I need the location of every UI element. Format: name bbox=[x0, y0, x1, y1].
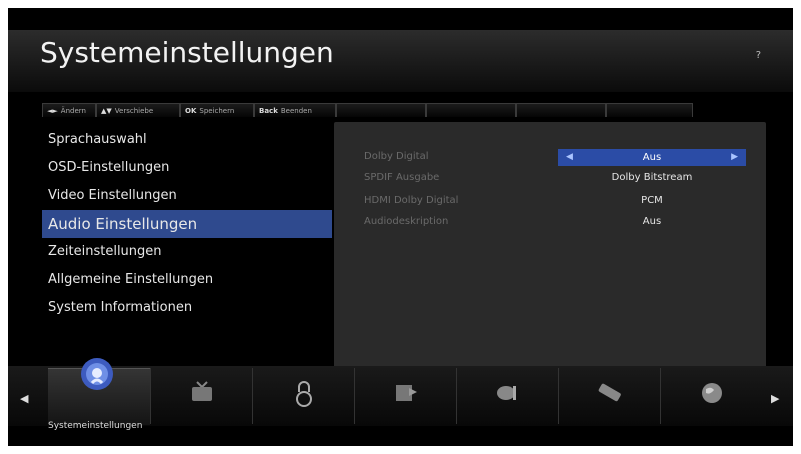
media-icon bbox=[396, 385, 417, 401]
setting-label: HDMI Dolby Digital bbox=[364, 195, 459, 206]
dish-icon bbox=[497, 386, 516, 400]
gear-icon bbox=[81, 358, 113, 390]
setting-value-selector[interactable]: ◀ Aus ▶ bbox=[558, 149, 746, 166]
category-tab-bar bbox=[8, 358, 793, 426]
setting-label: SPDIF Ausgabe bbox=[364, 172, 440, 183]
key-hint-move: ▲▼ Verschiebe bbox=[96, 103, 180, 117]
remote-icon bbox=[598, 383, 621, 402]
tab-satellite[interactable] bbox=[456, 368, 559, 424]
tab-media[interactable] bbox=[354, 368, 457, 424]
header: Systemeinstellungen ? bbox=[8, 30, 793, 92]
menu-item-audio[interactable]: Audio Einstellungen bbox=[42, 210, 332, 238]
page-title: Systemeinstellungen bbox=[40, 36, 334, 69]
menu-item-system-info[interactable]: System Informationen bbox=[42, 294, 332, 322]
menu-item-general[interactable]: Allgemeine Einstellungen bbox=[42, 266, 332, 294]
arrow-left-icon[interactable]: ◀ bbox=[20, 392, 28, 405]
menu-item-video[interactable]: Video Einstellungen bbox=[42, 182, 332, 210]
menu-item-time[interactable]: Zeiteinstellungen bbox=[42, 238, 332, 266]
tab-system-settings[interactable] bbox=[48, 358, 150, 425]
tab-tv[interactable] bbox=[150, 368, 253, 424]
setting-row-spdif[interactable]: SPDIF Ausgabe Dolby Bitstream bbox=[334, 170, 766, 188]
lock-icon bbox=[296, 381, 312, 407]
key-hint-exit: Back Beenden bbox=[254, 103, 336, 117]
setting-value: PCM bbox=[641, 195, 663, 206]
menu-item-language[interactable]: Sprachauswahl bbox=[42, 126, 332, 154]
tv-icon bbox=[192, 381, 212, 401]
setting-label: Dolby Digital bbox=[364, 151, 429, 162]
setting-row-dolby-digital[interactable]: Dolby Digital ◀ Aus ▶ bbox=[334, 149, 766, 167]
setting-label: Audiodeskription bbox=[364, 216, 449, 227]
key-hint-change: ◄► Ändern bbox=[42, 103, 96, 117]
key-hint-empty bbox=[336, 103, 426, 117]
key-hint-empty bbox=[606, 103, 693, 117]
chevron-right-icon[interactable]: ▶ bbox=[731, 149, 738, 166]
arrow-right-icon[interactable]: ▶ bbox=[771, 392, 779, 405]
setting-value: Aus bbox=[642, 152, 662, 163]
key-hint-bar: ◄► Ändern ▲▼ Verschiebe OK Speichern Back Be… bbox=[42, 103, 693, 117]
setting-value: Dolby Bitstream bbox=[611, 172, 693, 183]
menu-item-osd[interactable]: OSD-Einstellungen bbox=[42, 154, 332, 182]
setting-row-audio-description[interactable]: Audiodeskription Aus bbox=[334, 214, 766, 232]
chevron-left-icon[interactable]: ◀ bbox=[566, 149, 573, 166]
setting-value: Aus bbox=[642, 216, 662, 227]
help-button[interactable]: ? bbox=[756, 50, 761, 61]
selected-tab-label: Systemeinstellungen bbox=[48, 421, 143, 431]
tab-remote[interactable] bbox=[558, 368, 661, 424]
setting-row-hdmi-dolby[interactable]: HDMI Dolby Digital PCM bbox=[334, 193, 766, 211]
tab-internet[interactable] bbox=[660, 368, 763, 424]
tv-screen: Systemeinstellungen ? ◄► Ändern ▲▼ Verschi… bbox=[8, 8, 793, 446]
audio-settings-panel: Dolby Digital ◀ Aus ▶ SPDIF Ausgabe Dolb… bbox=[334, 122, 766, 370]
tab-lock[interactable] bbox=[252, 368, 355, 424]
key-hint-save: OK Speichern bbox=[180, 103, 254, 117]
settings-menu: Sprachauswahl OSD-Einstellungen Video Ei… bbox=[42, 126, 332, 322]
globe-icon bbox=[702, 383, 722, 403]
key-hint-empty bbox=[516, 103, 606, 117]
key-hint-empty bbox=[426, 103, 516, 117]
